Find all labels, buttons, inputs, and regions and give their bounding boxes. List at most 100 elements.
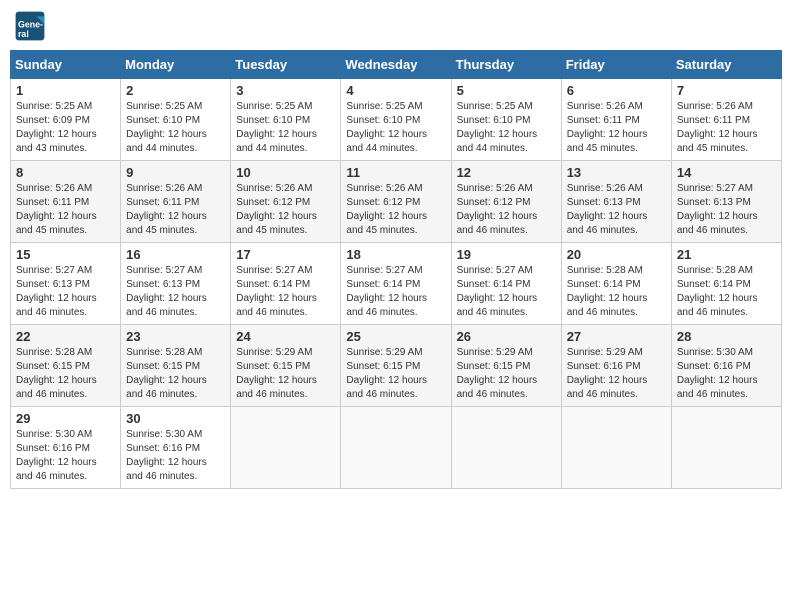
calendar-cell — [561, 407, 671, 489]
calendar-body: 1 Sunrise: 5:25 AM Sunset: 6:09 PM Dayli… — [11, 79, 782, 489]
sunset-label: Sunset: 6:13 PM — [567, 197, 641, 208]
daylight-label: Daylight: 12 hours and 45 minutes. — [567, 129, 648, 154]
day-number: 11 — [346, 165, 445, 180]
calendar-cell: 16 Sunrise: 5:27 AM Sunset: 6:13 PM Dayl… — [121, 243, 231, 325]
daylight-label: Daylight: 12 hours and 46 minutes. — [457, 375, 538, 400]
day-number: 2 — [126, 83, 225, 98]
weekday-header-saturday: Saturday — [671, 51, 781, 79]
sunrise-label: Sunrise: 5:25 AM — [126, 101, 202, 112]
weekday-header-friday: Friday — [561, 51, 671, 79]
day-info: Sunrise: 5:25 AM Sunset: 6:10 PM Dayligh… — [236, 100, 335, 156]
sunrise-label: Sunrise: 5:25 AM — [346, 101, 422, 112]
weekday-header-wednesday: Wednesday — [341, 51, 451, 79]
calendar-cell — [671, 407, 781, 489]
day-number: 30 — [126, 411, 225, 426]
day-info: Sunrise: 5:28 AM Sunset: 6:14 PM Dayligh… — [677, 264, 776, 320]
daylight-label: Daylight: 12 hours and 44 minutes. — [457, 129, 538, 154]
daylight-label: Daylight: 12 hours and 45 minutes. — [16, 211, 97, 236]
daylight-label: Daylight: 12 hours and 45 minutes. — [677, 129, 758, 154]
calendar-cell — [341, 407, 451, 489]
calendar-table: SundayMondayTuesdayWednesdayThursdayFrid… — [10, 50, 782, 489]
logo: Gene- ral — [14, 10, 50, 42]
weekday-header-thursday: Thursday — [451, 51, 561, 79]
sunrise-label: Sunrise: 5:28 AM — [567, 265, 643, 276]
daylight-label: Daylight: 12 hours and 46 minutes. — [126, 457, 207, 482]
day-number: 6 — [567, 83, 666, 98]
sunset-label: Sunset: 6:15 PM — [236, 361, 310, 372]
sunset-label: Sunset: 6:11 PM — [567, 115, 640, 126]
calendar-cell: 13 Sunrise: 5:26 AM Sunset: 6:13 PM Dayl… — [561, 161, 671, 243]
daylight-label: Daylight: 12 hours and 46 minutes. — [677, 293, 758, 318]
sunrise-label: Sunrise: 5:26 AM — [567, 183, 643, 194]
day-number: 25 — [346, 329, 445, 344]
day-info: Sunrise: 5:28 AM Sunset: 6:14 PM Dayligh… — [567, 264, 666, 320]
daylight-label: Daylight: 12 hours and 44 minutes. — [126, 129, 207, 154]
day-number: 22 — [16, 329, 115, 344]
daylight-label: Daylight: 12 hours and 45 minutes. — [346, 211, 427, 236]
sunset-label: Sunset: 6:11 PM — [16, 197, 89, 208]
daylight-label: Daylight: 12 hours and 46 minutes. — [567, 211, 648, 236]
day-number: 4 — [346, 83, 445, 98]
day-info: Sunrise: 5:30 AM Sunset: 6:16 PM Dayligh… — [126, 428, 225, 484]
logo-icon: Gene- ral — [14, 10, 46, 42]
sunrise-label: Sunrise: 5:26 AM — [346, 183, 422, 194]
calendar-cell: 8 Sunrise: 5:26 AM Sunset: 6:11 PM Dayli… — [11, 161, 121, 243]
day-info: Sunrise: 5:25 AM Sunset: 6:10 PM Dayligh… — [457, 100, 556, 156]
sunrise-label: Sunrise: 5:27 AM — [677, 183, 753, 194]
calendar-cell: 2 Sunrise: 5:25 AM Sunset: 6:10 PM Dayli… — [121, 79, 231, 161]
day-number: 1 — [16, 83, 115, 98]
day-info: Sunrise: 5:29 AM Sunset: 6:15 PM Dayligh… — [236, 346, 335, 402]
daylight-label: Daylight: 12 hours and 46 minutes. — [567, 375, 648, 400]
sunrise-label: Sunrise: 5:26 AM — [126, 183, 202, 194]
sunset-label: Sunset: 6:11 PM — [677, 115, 750, 126]
sunrise-label: Sunrise: 5:29 AM — [457, 347, 533, 358]
daylight-label: Daylight: 12 hours and 46 minutes. — [236, 375, 317, 400]
weekday-header-sunday: Sunday — [11, 51, 121, 79]
calendar-cell: 26 Sunrise: 5:29 AM Sunset: 6:15 PM Dayl… — [451, 325, 561, 407]
calendar-cell: 14 Sunrise: 5:27 AM Sunset: 6:13 PM Dayl… — [671, 161, 781, 243]
day-number: 21 — [677, 247, 776, 262]
day-number: 15 — [16, 247, 115, 262]
sunset-label: Sunset: 6:13 PM — [126, 279, 200, 290]
calendar-cell: 19 Sunrise: 5:27 AM Sunset: 6:14 PM Dayl… — [451, 243, 561, 325]
sunset-label: Sunset: 6:16 PM — [677, 361, 751, 372]
sunrise-label: Sunrise: 5:25 AM — [236, 101, 312, 112]
day-info: Sunrise: 5:29 AM Sunset: 6:16 PM Dayligh… — [567, 346, 666, 402]
svg-text:Gene-: Gene- — [18, 20, 43, 30]
day-info: Sunrise: 5:30 AM Sunset: 6:16 PM Dayligh… — [677, 346, 776, 402]
sunrise-label: Sunrise: 5:25 AM — [16, 101, 92, 112]
day-info: Sunrise: 5:26 AM Sunset: 6:11 PM Dayligh… — [126, 182, 225, 238]
calendar-cell: 22 Sunrise: 5:28 AM Sunset: 6:15 PM Dayl… — [11, 325, 121, 407]
sunset-label: Sunset: 6:15 PM — [457, 361, 531, 372]
sunset-label: Sunset: 6:10 PM — [126, 115, 200, 126]
calendar-cell: 24 Sunrise: 5:29 AM Sunset: 6:15 PM Dayl… — [231, 325, 341, 407]
sunrise-label: Sunrise: 5:26 AM — [236, 183, 312, 194]
sunrise-label: Sunrise: 5:30 AM — [16, 429, 92, 440]
daylight-label: Daylight: 12 hours and 46 minutes. — [457, 293, 538, 318]
sunrise-label: Sunrise: 5:28 AM — [16, 347, 92, 358]
day-number: 14 — [677, 165, 776, 180]
page-header: Gene- ral — [10, 10, 782, 42]
sunrise-label: Sunrise: 5:29 AM — [567, 347, 643, 358]
sunset-label: Sunset: 6:14 PM — [567, 279, 641, 290]
day-info: Sunrise: 5:26 AM Sunset: 6:12 PM Dayligh… — [346, 182, 445, 238]
daylight-label: Daylight: 12 hours and 44 minutes. — [346, 129, 427, 154]
sunrise-label: Sunrise: 5:28 AM — [126, 347, 202, 358]
day-number: 20 — [567, 247, 666, 262]
day-number: 10 — [236, 165, 335, 180]
svg-text:ral: ral — [18, 29, 29, 39]
day-number: 29 — [16, 411, 115, 426]
calendar-cell: 15 Sunrise: 5:27 AM Sunset: 6:13 PM Dayl… — [11, 243, 121, 325]
sunrise-label: Sunrise: 5:27 AM — [126, 265, 202, 276]
sunset-label: Sunset: 6:12 PM — [346, 197, 420, 208]
sunrise-label: Sunrise: 5:27 AM — [346, 265, 422, 276]
sunrise-label: Sunrise: 5:26 AM — [567, 101, 643, 112]
calendar-cell: 23 Sunrise: 5:28 AM Sunset: 6:15 PM Dayl… — [121, 325, 231, 407]
sunset-label: Sunset: 6:11 PM — [126, 197, 199, 208]
daylight-label: Daylight: 12 hours and 46 minutes. — [236, 293, 317, 318]
sunrise-label: Sunrise: 5:27 AM — [16, 265, 92, 276]
daylight-label: Daylight: 12 hours and 46 minutes. — [567, 293, 648, 318]
daylight-label: Daylight: 12 hours and 45 minutes. — [236, 211, 317, 236]
sunrise-label: Sunrise: 5:30 AM — [126, 429, 202, 440]
sunset-label: Sunset: 6:10 PM — [236, 115, 310, 126]
